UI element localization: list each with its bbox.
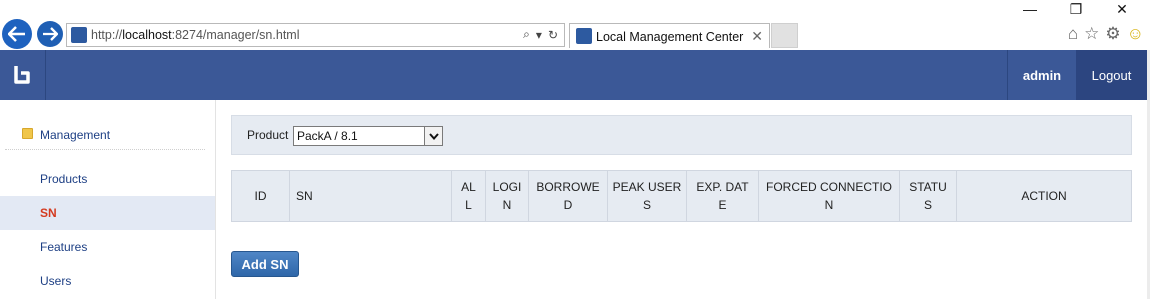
smiley-icon[interactable]: ☺ [1127,24,1144,44]
close-window-icon[interactable]: ✕ [1107,0,1137,18]
search-icon[interactable]: ⌕ [523,27,530,42]
sidebar-item-features[interactable]: Features [0,230,215,264]
chevron-down-icon[interactable] [424,127,442,145]
sidebar-group-label: Management [40,128,111,142]
column-header-peak-users-text: PEAK USER S [612,180,682,212]
forward-arrow-icon [43,27,58,41]
dropdown-icon[interactable]: ▾ [536,28,542,42]
home-icon[interactable]: ⌂ [1068,24,1078,44]
refresh-icon[interactable]: ↻ [548,28,558,42]
column-header-status-text: STATU S [909,180,947,212]
product-label: Product [247,128,289,142]
app-header: admin Logout [0,50,1147,100]
sidebar-item-products[interactable]: Products [0,162,215,196]
table-header-row: ID SN AL L LOGI N BORROWE D PEAK USER S … [231,170,1132,222]
star-icon[interactable]: ☆ [1084,24,1099,44]
browser-tab[interactable]: Local Management Center ✕ [569,23,770,48]
product-filter-bar: Product PackA / 8.1 [231,115,1132,155]
back-button[interactable] [2,19,32,49]
column-header-forced-connection[interactable]: FORCED CONNECTIO N [758,170,900,222]
back-arrow-icon [8,26,25,42]
column-header-sn[interactable]: SN [289,170,452,222]
sidebar-item-users[interactable]: Users [0,264,215,298]
column-header-status[interactable]: STATU S [899,170,957,222]
restore-icon[interactable]: ❐ [1061,0,1091,18]
tab-title: Local Management Center [596,30,744,44]
add-sn-button[interactable]: Add SN [231,251,299,277]
address-tools: ⌕ ▾ ↻ [523,27,558,42]
browser-chrome: http://localhost:8274/manager/sn.html ⌕ … [0,0,1150,50]
column-header-all[interactable]: AL L [451,170,486,222]
column-header-borrowed-text: BORROWE D [536,180,600,212]
column-header-forced-connection-text: FORCED CONNECTIO N [766,180,892,212]
column-header-exp-date[interactable]: EXP. DAT E [686,170,759,222]
sidebar-item-sn[interactable]: SN [0,196,215,230]
address-bar[interactable]: http://localhost:8274/manager/sn.html ⌕ … [66,23,565,47]
folder-icon [22,128,33,139]
sidebar: Management Products SN Features Users [0,100,216,299]
product-select-value: PackA / 8.1 [297,129,358,143]
tab-favicon-icon [576,28,592,44]
minimize-icon[interactable]: — [1015,0,1045,18]
sidebar-group-management[interactable]: Management [5,122,205,150]
address-url: http://localhost:8274/manager/sn.html [91,28,300,42]
column-header-borrowed[interactable]: BORROWE D [528,170,608,222]
logout-button[interactable]: Logout [1076,50,1147,100]
column-header-action[interactable]: ACTION [956,170,1132,222]
gear-icon[interactable]: ⚙ [1105,24,1120,44]
column-header-login[interactable]: LOGI N [485,170,529,222]
column-header-login-text: LOGI N [492,180,522,212]
forward-button[interactable] [37,21,63,47]
browser-toolbar: ⌂ ☆ ⚙ ☺ [1068,24,1144,44]
app-logo-icon[interactable] [0,50,46,100]
new-tab-button[interactable] [771,23,798,48]
column-header-exp-date-text: EXP. DAT E [696,180,749,212]
sn-table: ID SN AL L LOGI N BORROWE D PEAK USER S … [231,170,1132,222]
site-favicon-icon [71,27,87,43]
current-user[interactable]: admin [1007,50,1076,100]
tab-close-icon[interactable]: ✕ [751,28,763,45]
product-select[interactable]: PackA / 8.1 [293,126,443,146]
column-header-all-text: AL L [461,180,476,212]
column-header-peak-users[interactable]: PEAK USER S [607,170,687,222]
column-header-id[interactable]: ID [231,170,290,222]
